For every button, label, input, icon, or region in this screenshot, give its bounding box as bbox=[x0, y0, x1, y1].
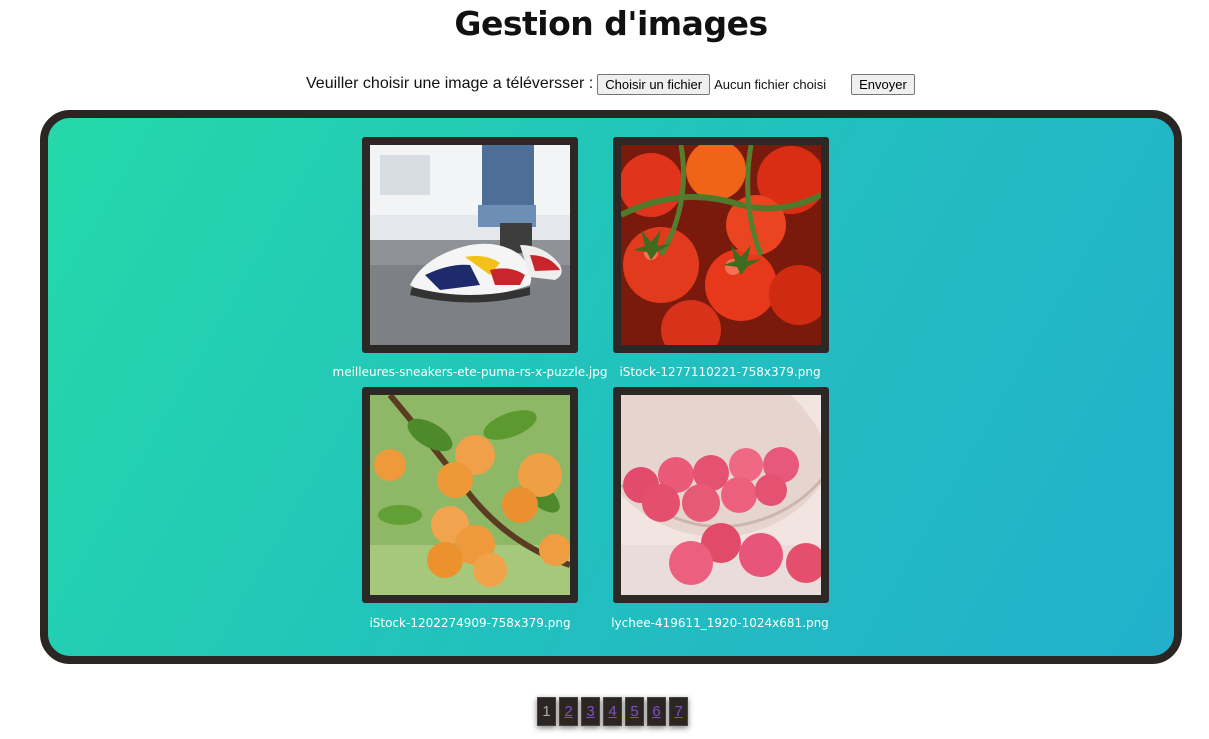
image-caption: iStock-1277110221-758x379.png bbox=[619, 365, 821, 379]
upload-form: Veuiller choisir une image a téléversser… bbox=[306, 72, 915, 96]
page-link[interactable]: 7 bbox=[669, 697, 688, 726]
page-link[interactable]: 5 bbox=[625, 697, 644, 726]
choose-file-button[interactable]: Choisir un fichier bbox=[597, 73, 711, 95]
page-link[interactable]: 6 bbox=[647, 697, 666, 726]
gallery-image-lychees[interactable] bbox=[613, 387, 829, 603]
image-gallery: meilleures-sneakers-ete-puma-rs-x-puzzle… bbox=[40, 110, 1182, 664]
pagination: 1 2 3 4 5 6 7 bbox=[537, 697, 688, 726]
gallery-image-apricots[interactable] bbox=[362, 387, 578, 603]
upload-label: Veuiller choisir une image a téléversser… bbox=[306, 75, 594, 92]
apricots-photo bbox=[370, 395, 570, 595]
page-title: Gestion d'images bbox=[454, 4, 768, 43]
tomatoes-photo bbox=[621, 145, 821, 345]
submit-button[interactable]: Envoyer bbox=[851, 73, 915, 95]
page-button-current: 1 bbox=[537, 697, 556, 726]
lychees-photo bbox=[621, 395, 821, 595]
page-link[interactable]: 2 bbox=[559, 697, 578, 726]
image-caption: lychee-419611_1920-1024x681.png bbox=[611, 616, 829, 630]
page-link[interactable]: 3 bbox=[581, 697, 600, 726]
gallery-image-tomatoes[interactable] bbox=[613, 137, 829, 353]
sneakers-photo bbox=[370, 145, 570, 345]
page-link[interactable]: 4 bbox=[603, 697, 622, 726]
file-status: Aucun fichier choisi bbox=[714, 76, 827, 92]
gallery-image-sneakers[interactable] bbox=[362, 137, 578, 353]
